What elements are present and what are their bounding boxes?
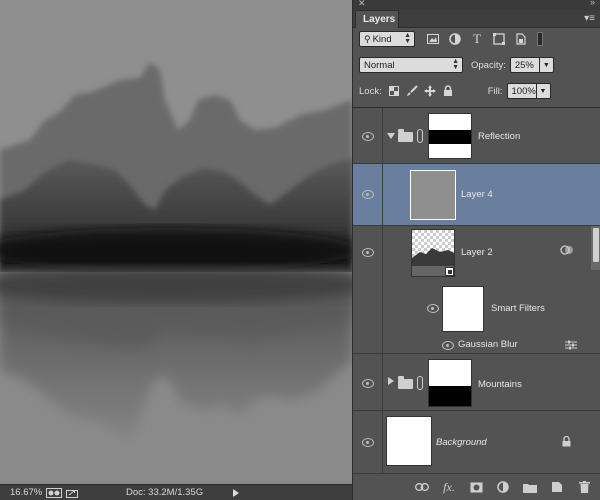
layer-row-layer-2[interactable]: Layer 2 bbox=[353, 226, 600, 284]
panel-tab-bar: Layers ▾≡ bbox=[353, 10, 600, 28]
lock-row: Lock: Fill: 100% ▼ bbox=[353, 83, 600, 99]
smart-object-badge-icon bbox=[445, 267, 454, 276]
folder-icon bbox=[398, 376, 413, 389]
visibility-eye-icon[interactable] bbox=[362, 438, 374, 447]
filter-kind-label: Kind bbox=[372, 33, 392, 45]
blend-row: Normal ▲ ▼ Opacity: 25% ▼ bbox=[353, 57, 600, 73]
filter-kind-select[interactable]: ⚲ Kind ▲ ▼ bbox=[359, 31, 415, 47]
chevron-updown-icon: ▲ ▼ bbox=[452, 58, 459, 71]
link-chain-icon[interactable] bbox=[417, 376, 423, 390]
layer-row-mountains[interactable]: Mountains bbox=[353, 354, 600, 411]
layers-panel: ✕ » Layers ▾≡ ⚲ Kind ▲ ▼ T Normal ▲ ▼ Op… bbox=[352, 0, 600, 500]
layer-name[interactable]: Smart Filters bbox=[491, 303, 545, 314]
filter-row: ⚲ Kind ▲ ▼ T bbox=[353, 31, 600, 47]
close-panel-icon[interactable]: ✕ bbox=[358, 0, 366, 9]
collapse-panel-icon[interactable]: » bbox=[590, 0, 595, 7]
visibility-eye-icon[interactable] bbox=[362, 379, 374, 388]
fill-field[interactable]: 100% bbox=[506, 83, 537, 99]
search-icon: ⚲ bbox=[364, 33, 371, 44]
blend-mode-value: Normal bbox=[364, 59, 395, 71]
pixel-filter-icon[interactable] bbox=[425, 31, 441, 47]
layer-row-gaussian-blur[interactable]: Gaussian Blur bbox=[353, 336, 600, 354]
opacity-dropdown-icon[interactable]: ▼ bbox=[539, 57, 554, 73]
lock-label: Lock: bbox=[359, 85, 382, 97]
layer-row-layer-4[interactable]: Layer 4 bbox=[353, 164, 600, 226]
new-adjustment-layer-icon[interactable] bbox=[496, 480, 510, 494]
new-group-icon[interactable] bbox=[523, 480, 537, 494]
visibility-eye-icon[interactable] bbox=[362, 248, 374, 257]
tab-layers[interactable]: Layers bbox=[355, 10, 399, 28]
lock-icon bbox=[562, 436, 571, 447]
folder-icon bbox=[398, 129, 413, 142]
smart-object-thumbnail[interactable] bbox=[411, 229, 455, 277]
visibility-eye-icon[interactable] bbox=[427, 304, 439, 313]
adjustment-filter-icon[interactable] bbox=[447, 31, 463, 47]
zoom-level[interactable]: 16.67% bbox=[0, 487, 46, 498]
mountain-artwork bbox=[0, 0, 352, 484]
lock-move-icon[interactable] bbox=[422, 83, 438, 99]
share-icon[interactable] bbox=[66, 488, 78, 498]
lock-paint-brush-icon[interactable] bbox=[404, 83, 420, 99]
layers-bottom-toolbar: fx. bbox=[353, 473, 600, 500]
new-layer-icon[interactable] bbox=[550, 480, 564, 494]
layer-row-reflection[interactable]: Reflection bbox=[353, 108, 600, 164]
chevron-updown-icon: ▲ ▼ bbox=[404, 32, 411, 45]
proof-icon[interactable] bbox=[46, 487, 62, 498]
document-canvas[interactable] bbox=[0, 0, 352, 484]
smart-filter-indicator-icon[interactable] bbox=[560, 244, 574, 256]
layer-name[interactable]: Mountains bbox=[478, 379, 522, 390]
fill-label: Fill: bbox=[487, 85, 503, 97]
type-filter-icon[interactable]: T bbox=[469, 31, 485, 47]
layer-row-smart-filters[interactable]: Smart Filters bbox=[353, 284, 600, 336]
filter-mask-thumbnail[interactable] bbox=[442, 286, 484, 332]
shape-filter-icon[interactable] bbox=[491, 31, 507, 47]
filter-toggle-switch[interactable] bbox=[537, 32, 543, 46]
link-layers-icon[interactable] bbox=[415, 480, 429, 494]
group-collapse-arrow-icon[interactable] bbox=[388, 377, 394, 385]
layer-mask-thumbnail[interactable] bbox=[428, 359, 472, 407]
filter-name[interactable]: Gaussian Blur bbox=[458, 339, 518, 350]
layer-name[interactable]: Background bbox=[436, 437, 487, 448]
layer-row-background[interactable]: Background bbox=[353, 411, 600, 473]
opacity-label: Opacity: bbox=[471, 59, 506, 71]
delete-layer-icon[interactable] bbox=[577, 480, 591, 494]
panel-menu-icon[interactable]: ▾≡ bbox=[584, 13, 595, 24]
layer-name[interactable]: Layer 2 bbox=[461, 247, 493, 258]
panel-title-bar: ✕ » bbox=[353, 0, 600, 10]
status-bar: 16.67% Doc: 33.2M/1.35G bbox=[0, 484, 352, 500]
fill-dropdown-icon[interactable]: ▼ bbox=[536, 83, 551, 99]
document-size: Doc: 33.2M/1.35G bbox=[126, 487, 204, 498]
visibility-eye-icon[interactable] bbox=[442, 341, 454, 350]
layers-list: Reflection Layer 4 Layer 2 Smart Filters… bbox=[353, 107, 600, 473]
layers-scrollbar[interactable] bbox=[591, 226, 600, 270]
layer-name[interactable]: Reflection bbox=[478, 131, 520, 142]
background-thumbnail[interactable] bbox=[386, 416, 432, 466]
status-menu-arrow-icon[interactable] bbox=[233, 488, 240, 497]
layer-mask-thumbnail[interactable] bbox=[428, 113, 472, 159]
add-mask-icon[interactable] bbox=[469, 480, 483, 494]
lock-all-icon[interactable] bbox=[440, 83, 456, 99]
opacity-field[interactable]: 25% bbox=[509, 57, 540, 73]
visibility-eye-icon[interactable] bbox=[362, 190, 374, 199]
lock-transparent-icon[interactable] bbox=[386, 83, 402, 99]
link-chain-icon[interactable] bbox=[417, 129, 423, 143]
layer-name[interactable]: Layer 4 bbox=[461, 189, 493, 200]
layer-thumbnail[interactable] bbox=[410, 170, 456, 220]
layer-style-fx-icon[interactable]: fx. bbox=[442, 480, 456, 494]
visibility-eye-icon[interactable] bbox=[362, 132, 374, 141]
smart-object-filter-icon[interactable] bbox=[513, 31, 529, 47]
filter-blending-options-icon[interactable] bbox=[565, 340, 577, 350]
blend-mode-select[interactable]: Normal ▲ ▼ bbox=[359, 57, 463, 73]
group-expand-arrow-icon[interactable] bbox=[387, 133, 395, 139]
